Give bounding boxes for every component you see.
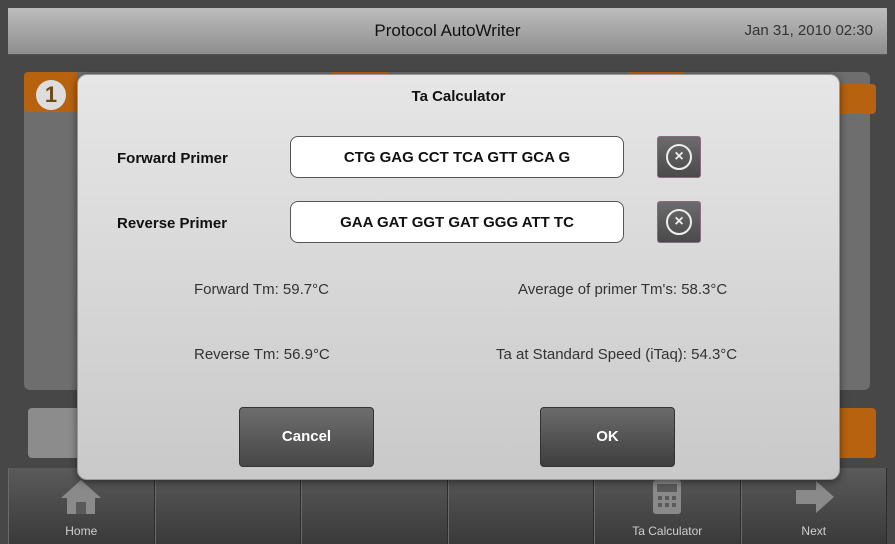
datetime: Jan 31, 2010 02:30 (744, 22, 873, 39)
title-bar: Protocol AutoWriter Jan 31, 2010 02:30 (8, 8, 887, 55)
clear-forward-button[interactable]: × (657, 136, 701, 178)
calculator-icon (651, 478, 683, 519)
average-tm-value: Average of primer Tm's: 58.3°C (518, 281, 728, 298)
app-screen: Protocol AutoWriter Jan 31, 2010 02:30 1… (0, 0, 895, 544)
cancel-button[interactable]: Cancel (239, 407, 374, 467)
arrow-right-icon (792, 478, 836, 519)
clear-circle-x-icon: × (666, 144, 692, 170)
next-label: Next (801, 524, 827, 538)
forward-tm-value: Forward Tm: 59.7°C (194, 281, 329, 298)
home-icon (59, 478, 103, 519)
clear-reverse-button[interactable]: × (657, 201, 701, 243)
clear-circle-x-icon: × (666, 209, 692, 235)
ok-button[interactable]: OK (540, 407, 675, 467)
ta-calculator-dialog: Ta Calculator Forward Primer × Reverse P… (77, 74, 840, 480)
forward-primer-label: Forward Primer (117, 150, 228, 167)
ta-standard-value: Ta at Standard Speed (iTaq): 54.3°C (496, 346, 738, 363)
reverse-primer-input[interactable] (290, 201, 624, 243)
step-number-badge: 1 (36, 80, 66, 110)
ta-calculator-label: Ta Calculator (632, 524, 703, 538)
reverse-primer-label: Reverse Primer (117, 215, 228, 232)
reverse-tm-value: Reverse Tm: 56.9°C (194, 346, 330, 363)
dialog-title: Ta Calculator (411, 88, 506, 105)
forward-primer-input[interactable] (290, 136, 624, 178)
home-label: Home (65, 524, 98, 538)
